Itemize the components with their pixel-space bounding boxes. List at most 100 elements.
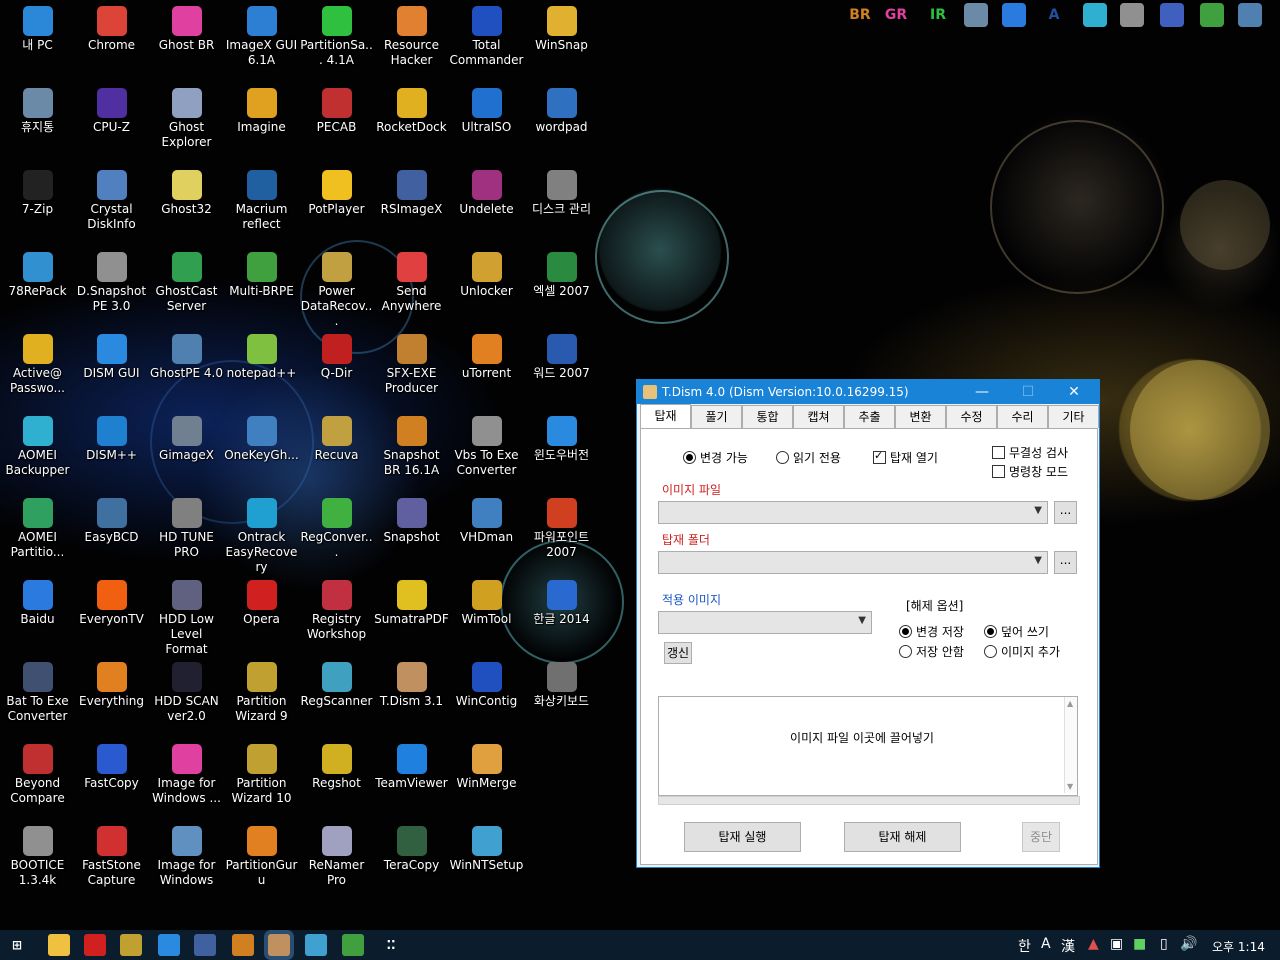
desktop-icon[interactable]: HDD SCAN ver2.0 [149, 656, 224, 738]
desktop-icon[interactable]: Image for Windows [149, 820, 224, 902]
desktop-icon[interactable]: FastCopy [74, 738, 149, 820]
desktop-icon[interactable]: 내 PC [0, 0, 75, 82]
desktop-icon[interactable]: Everything [74, 656, 149, 738]
desktop-icon[interactable]: 워드 2007 [524, 328, 599, 410]
desktop-icon[interactable]: 한글 2014 [524, 574, 599, 656]
rsimagex-icon[interactable] [194, 934, 216, 956]
desktop-icon[interactable]: GhostCast Server [149, 246, 224, 328]
desktop-icon[interactable]: 디스크 관리 [524, 164, 599, 246]
desktop-icon[interactable]: Multi-BRPE [224, 246, 299, 328]
mount-folder-browse-button[interactable]: ... [1054, 551, 1077, 574]
tab-7[interactable]: 수리 [997, 405, 1048, 428]
stop-button[interactable]: 중단 [1022, 822, 1060, 852]
multi-brpe-icon[interactable] [342, 934, 364, 956]
aomei-icon[interactable] [1083, 3, 1107, 27]
image-for-windows-icon[interactable]: IR [926, 3, 950, 27]
scroll-down-icon[interactable]: ▼ [1067, 782, 1073, 791]
tab-5[interactable]: 변환 [895, 405, 946, 428]
desktop-icon[interactable]: HD TUNE PRO [149, 492, 224, 574]
network-icon[interactable]: ▣ [1110, 936, 1123, 952]
snapshot-br-icon[interactable] [232, 934, 254, 956]
desktop-icon[interactable]: Macrium reflect [224, 164, 299, 246]
color-icon[interactable]: ■ [1133, 936, 1146, 952]
checkbox-integrity-check[interactable]: 무결성 검사 [992, 444, 1068, 461]
gear-icon[interactable] [1160, 3, 1184, 27]
desktop-icon[interactable]: Partition Wizard 9 [224, 656, 299, 738]
desktop-icon[interactable]: OneKeyGh... [224, 410, 299, 492]
desktop-icon[interactable]: DISM++ [74, 410, 149, 492]
checkbox-open-mount[interactable]: 탑재 열기 [873, 449, 938, 466]
ime-alpha-indicator[interactable]: A [1041, 936, 1051, 952]
desktop-icon[interactable]: Image for Windows ... [149, 738, 224, 820]
desktop-icon[interactable]: WinSnap [524, 0, 599, 82]
desktop-icon[interactable]: SFX-EXE Producer [374, 328, 449, 410]
maximize-button[interactable]: ☐ [1005, 380, 1051, 404]
snapshot-br-icon[interactable]: BR [848, 3, 872, 27]
radio-readonly[interactable]: 읽기 전용 [776, 449, 841, 466]
desktop-icon[interactable]: 엑셀 2007 [524, 246, 599, 328]
desktop-icon[interactable]: 78RePack [0, 246, 75, 328]
desktop-icon[interactable]: Active@ Passwo... [0, 328, 75, 410]
tdism-icon[interactable] [268, 934, 290, 956]
document-icon[interactable] [305, 934, 327, 956]
desktop-icon[interactable]: PartitionSa... 4.1A [299, 0, 374, 82]
radio-save-changes[interactable]: 변경 저장 [899, 623, 964, 640]
desktop-icon[interactable]: Bat To Exe Converter [0, 656, 75, 738]
radio-overwrite[interactable]: 덮어 쓰기 [984, 623, 1049, 640]
desktop-icon[interactable]: RocketDock [374, 82, 449, 164]
computer-icon[interactable] [964, 3, 988, 27]
desktop-icon[interactable]: Send Anywhere [374, 246, 449, 328]
refresh-button[interactable]: 갱신 [664, 642, 692, 664]
close-button[interactable]: ✕ [1051, 380, 1097, 404]
desktop-icon[interactable]: 7-Zip [0, 164, 75, 246]
desktop-icon[interactable]: Imagine [224, 82, 299, 164]
desktop-icon[interactable]: WinContig [449, 656, 524, 738]
desktop-icon[interactable]: GhostPE 4.0 [149, 328, 224, 410]
desktop-icon[interactable]: Ghost BR [149, 0, 224, 82]
tab-1[interactable]: 풀기 [691, 405, 742, 428]
tab-8[interactable]: 기타 [1048, 405, 1099, 428]
mount-execute-button[interactable]: 탑재 실행 [684, 822, 801, 852]
desktop-icon[interactable]: Power DataRecov... [299, 246, 374, 328]
desktop-icon[interactable]: Q-Dir [299, 328, 374, 410]
backup-icon[interactable] [1238, 3, 1262, 27]
desktop-icon[interactable]: Opera [224, 574, 299, 656]
tab-4[interactable]: 추출 [844, 405, 895, 428]
a-icon[interactable]: A [1042, 3, 1066, 27]
tab-2[interactable]: 통합 [742, 405, 793, 428]
desktop-icon[interactable]: PartitionGuru [224, 820, 299, 902]
radio-append-image[interactable]: 이미지 추가 [984, 643, 1060, 660]
volume-icon[interactable]: 🔊 [1180, 936, 1197, 952]
desktop-icon[interactable]: WinNTSetup [449, 820, 524, 902]
desktop-icon[interactable]: CPU-Z [74, 82, 149, 164]
desktop-icon[interactable]: ImageX GUI 6.1A [224, 0, 299, 82]
tab-3[interactable]: 캡쳐 [793, 405, 844, 428]
desktop-icon[interactable]: 휴지통 [0, 82, 75, 164]
title-bar[interactable]: T.Dism 4.0 (Dism Version:10.0.16299.15) … [637, 380, 1099, 404]
file-explorer-icon[interactable] [48, 934, 70, 956]
dism-gui-icon[interactable] [158, 934, 180, 956]
desktop-icon[interactable]: BOOTICE 1.3.4k [0, 820, 75, 902]
unmount-button[interactable]: 탑재 해제 [844, 822, 961, 852]
desktop-icon[interactable]: UltraISO [449, 82, 524, 164]
desktop-icon[interactable]: Snapshot [374, 492, 449, 574]
tray-app-icon[interactable]: ▲ [1088, 936, 1099, 952]
desktop-icon[interactable]: Ontrack EasyRecovery [224, 492, 299, 574]
radio-discard-changes[interactable]: 저장 안함 [899, 643, 964, 660]
desktop-icon[interactable]: Resource Hacker [374, 0, 449, 82]
desktop-icon[interactable]: PotPlayer [299, 164, 374, 246]
desktop-icon[interactable]: PECAB [299, 82, 374, 164]
drop-zone[interactable]: 이미지 파일 이곳에 끌어넣기 ▲ ▼ [658, 696, 1078, 796]
checkbox-cmd-mode[interactable]: 명령창 모드 [992, 463, 1068, 480]
desktop-icon[interactable]: Recuva [299, 410, 374, 492]
desktop-icon[interactable]: Vbs To Exe Converter [449, 410, 524, 492]
clock[interactable]: 오후 1:14 [1212, 938, 1265, 955]
desktop-icon[interactable]: 파워포인트 2007 [524, 492, 599, 574]
desktop-icon[interactable]: WimTool [449, 574, 524, 656]
apply-image-combobox[interactable]: ▼ [658, 611, 872, 634]
desktop-icon[interactable]: RegConver... [299, 492, 374, 574]
tab-6[interactable]: 수정 [946, 405, 997, 428]
desktop-icon[interactable]: uTorrent [449, 328, 524, 410]
ime-hangul-indicator[interactable]: 한 [1018, 936, 1031, 956]
desktop-icon[interactable]: Chrome [74, 0, 149, 82]
